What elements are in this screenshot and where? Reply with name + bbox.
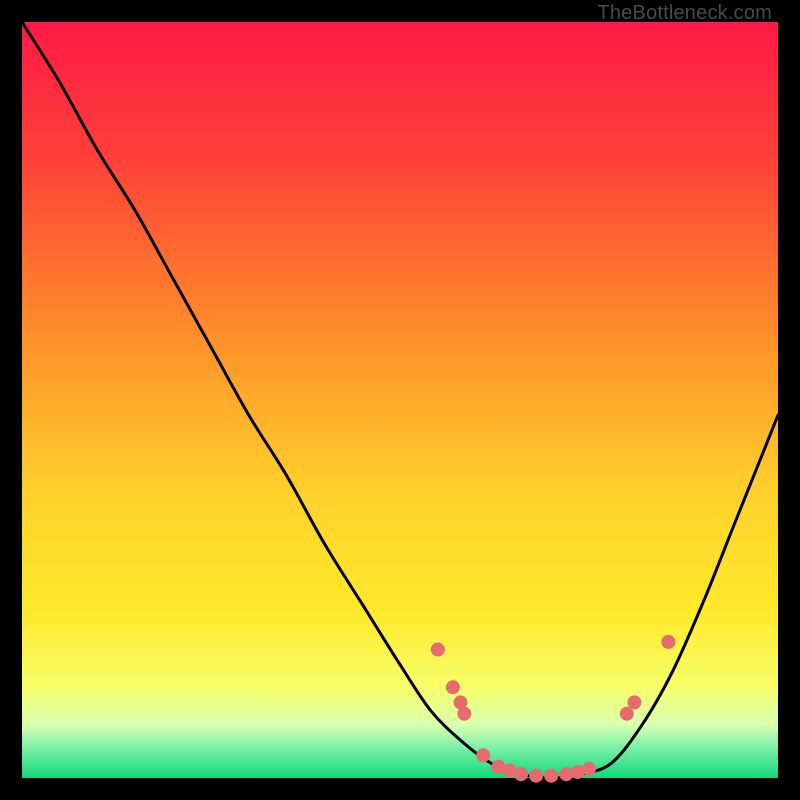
data-marker [446, 680, 460, 694]
watermark-text: TheBottleneck.com [597, 2, 772, 25]
data-marker [431, 643, 445, 657]
chart-frame [22, 22, 778, 778]
data-marker [661, 635, 675, 649]
data-marker [627, 695, 641, 709]
data-marker [529, 769, 543, 783]
data-marker [582, 762, 596, 776]
data-marker [457, 707, 471, 721]
data-marker [476, 748, 490, 762]
bottleneck-curve [22, 22, 778, 778]
data-marker [514, 767, 528, 781]
data-marker [544, 769, 558, 783]
